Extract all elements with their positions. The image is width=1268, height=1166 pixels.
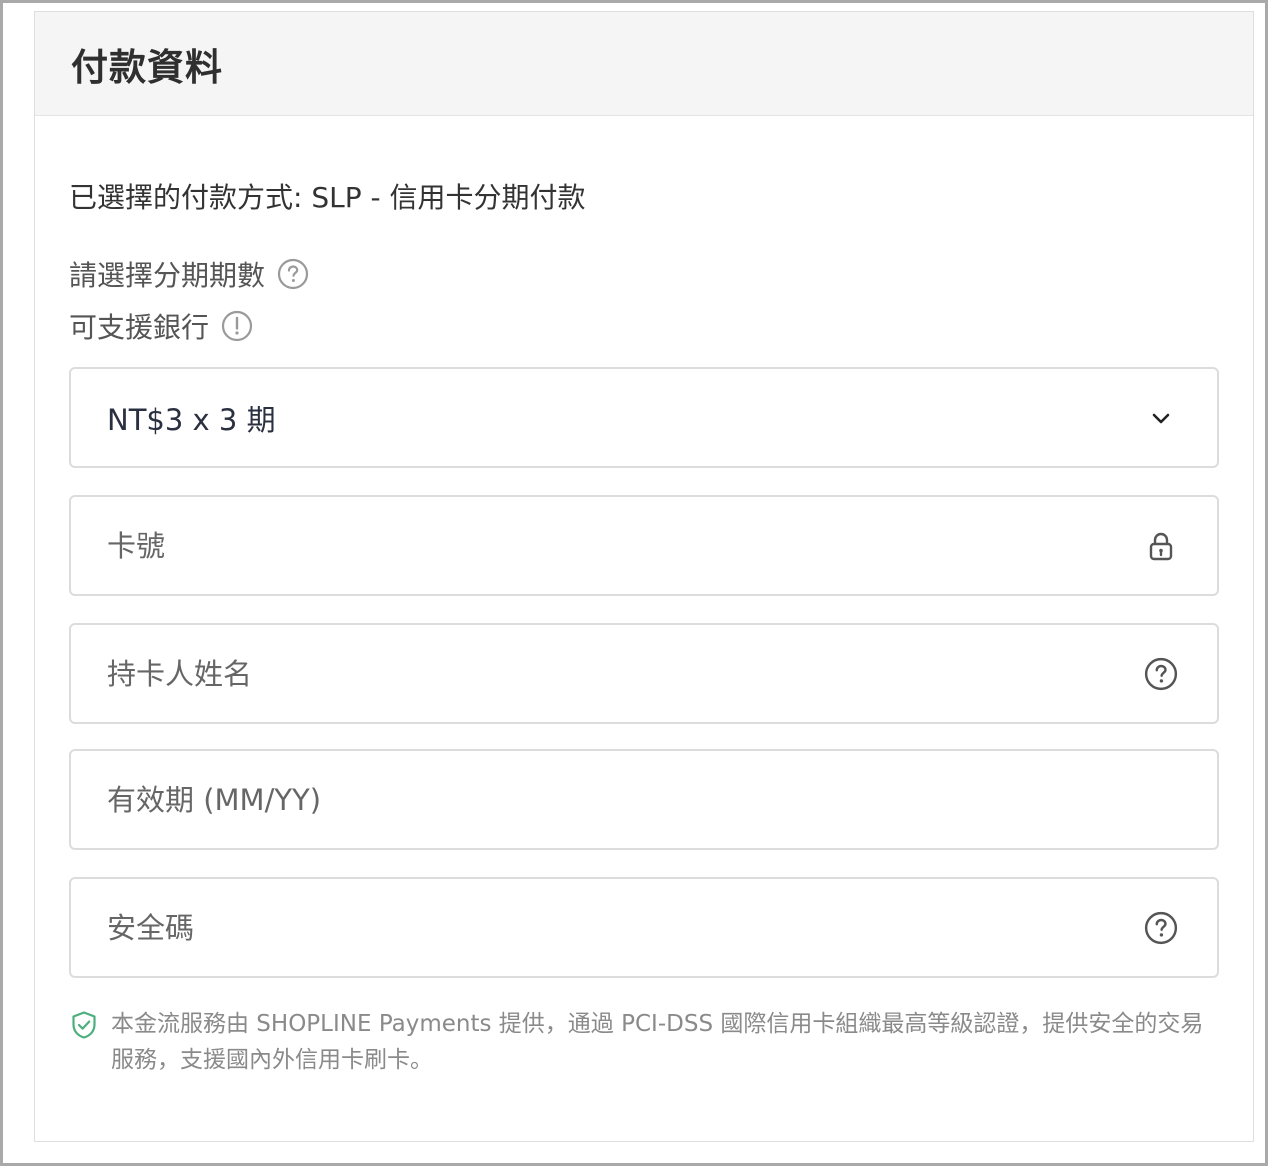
banks-label: 可支援銀行 [69, 311, 210, 344]
security-code-input[interactable] [71, 878, 1141, 977]
panel-header: 付款資料 [35, 12, 1253, 116]
lock-icon [1141, 526, 1181, 566]
security-notice-text: 本金流服務由 SHOPLINE Payments 提供，通過 PCI-DSS 國… [111, 1011, 1204, 1073]
security-code-field[interactable] [69, 877, 1219, 978]
chevron-down-icon[interactable] [1141, 398, 1181, 438]
question-circle-icon[interactable] [277, 258, 309, 290]
page-title: 付款資料 [71, 45, 223, 89]
installment-label: 請選擇分期期數 [69, 259, 266, 292]
selected-payment-method: 已選擇的付款方式: SLP - 信用卡分期付款 [69, 181, 586, 214]
exclamation-circle-icon[interactable] [221, 310, 253, 342]
installment-select-value[interactable]: NT$3 x 3 期 [71, 369, 1141, 466]
shield-check-icon [69, 1010, 99, 1040]
expiry-date-field[interactable] [69, 749, 1219, 850]
security-notice: 本金流服務由 SHOPLINE Payments 提供，通過 PCI-DSS 國… [69, 1006, 1219, 1078]
banks-label-row: 可支援銀行 [69, 306, 253, 346]
card-number-field[interactable] [69, 495, 1219, 596]
cardholder-name-input[interactable] [71, 624, 1141, 723]
expiry-date-input[interactable] [71, 750, 1217, 849]
question-circle-icon[interactable] [1141, 654, 1181, 694]
installment-select[interactable]: NT$3 x 3 期 [69, 367, 1219, 468]
cardholder-name-field[interactable] [69, 623, 1219, 724]
question-circle-icon[interactable] [1141, 908, 1181, 948]
installment-label-row: 請選擇分期期數 [69, 254, 309, 294]
card-number-input[interactable] [71, 496, 1141, 595]
payment-panel: 付款資料 已選擇的付款方式: SLP - 信用卡分期付款 請選擇分期期數 可支援… [34, 11, 1254, 1142]
